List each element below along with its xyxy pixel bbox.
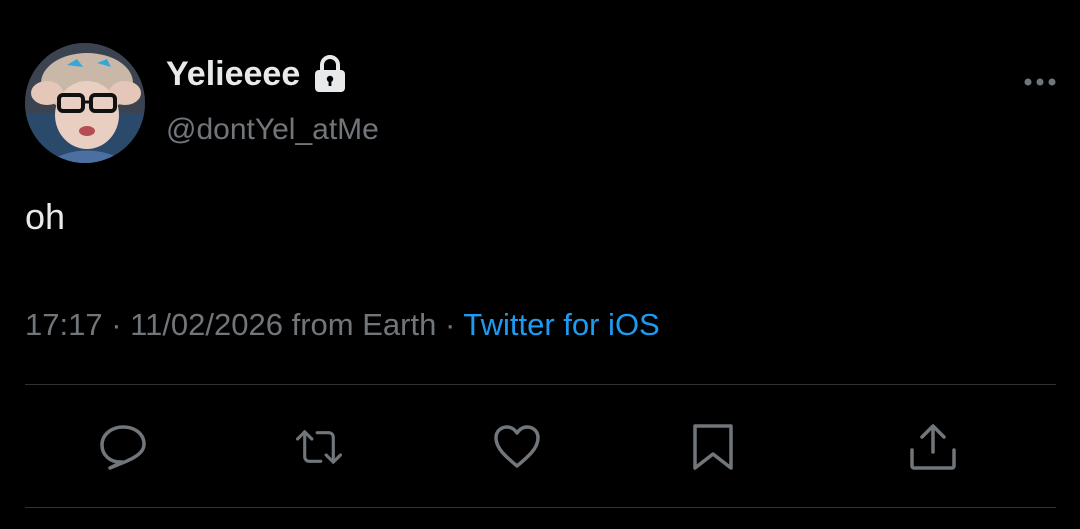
heart-icon xyxy=(494,425,540,468)
share-upload-icon xyxy=(910,424,956,470)
more-options-icon[interactable] xyxy=(1022,74,1058,90)
like-button[interactable] xyxy=(492,422,542,472)
tweet-location-text: from Earth xyxy=(291,307,437,342)
tweet-detail: Yelieeee @dontYel_atMe oh 17:17 · 11/02/… xyxy=(0,0,1080,529)
lock-icon xyxy=(312,54,348,94)
avatar[interactable] xyxy=(25,43,145,163)
tweet-source-link[interactable]: Twitter for iOS xyxy=(463,307,659,342)
retweet-button[interactable] xyxy=(294,422,344,472)
separator-dot: · xyxy=(111,307,131,342)
separator-dot: · xyxy=(444,307,464,342)
retweet-arrows-icon xyxy=(296,430,342,464)
avatar-image xyxy=(25,43,145,163)
user-handle[interactable]: @dontYel_atMe xyxy=(166,113,379,147)
bookmark-button[interactable] xyxy=(688,422,738,472)
tweet-time: 17:17 xyxy=(25,307,103,342)
tweet-date[interactable]: 11/02/2026 xyxy=(130,307,283,342)
tweet-metadata: 17:17 · 11/02/2026 from Earth · Twitter … xyxy=(25,307,660,343)
share-button[interactable] xyxy=(908,422,958,472)
display-name[interactable]: Yelieeee xyxy=(166,55,300,94)
tweet-location: from Earth xyxy=(292,307,437,342)
reply-button[interactable] xyxy=(98,422,148,472)
tweet-text: oh xyxy=(25,196,66,237)
divider xyxy=(25,507,1056,508)
speech-bubble-icon xyxy=(100,425,146,470)
display-name-row[interactable]: Yelieeee xyxy=(166,52,348,96)
divider xyxy=(25,384,1056,385)
bookmark-icon xyxy=(693,424,733,470)
